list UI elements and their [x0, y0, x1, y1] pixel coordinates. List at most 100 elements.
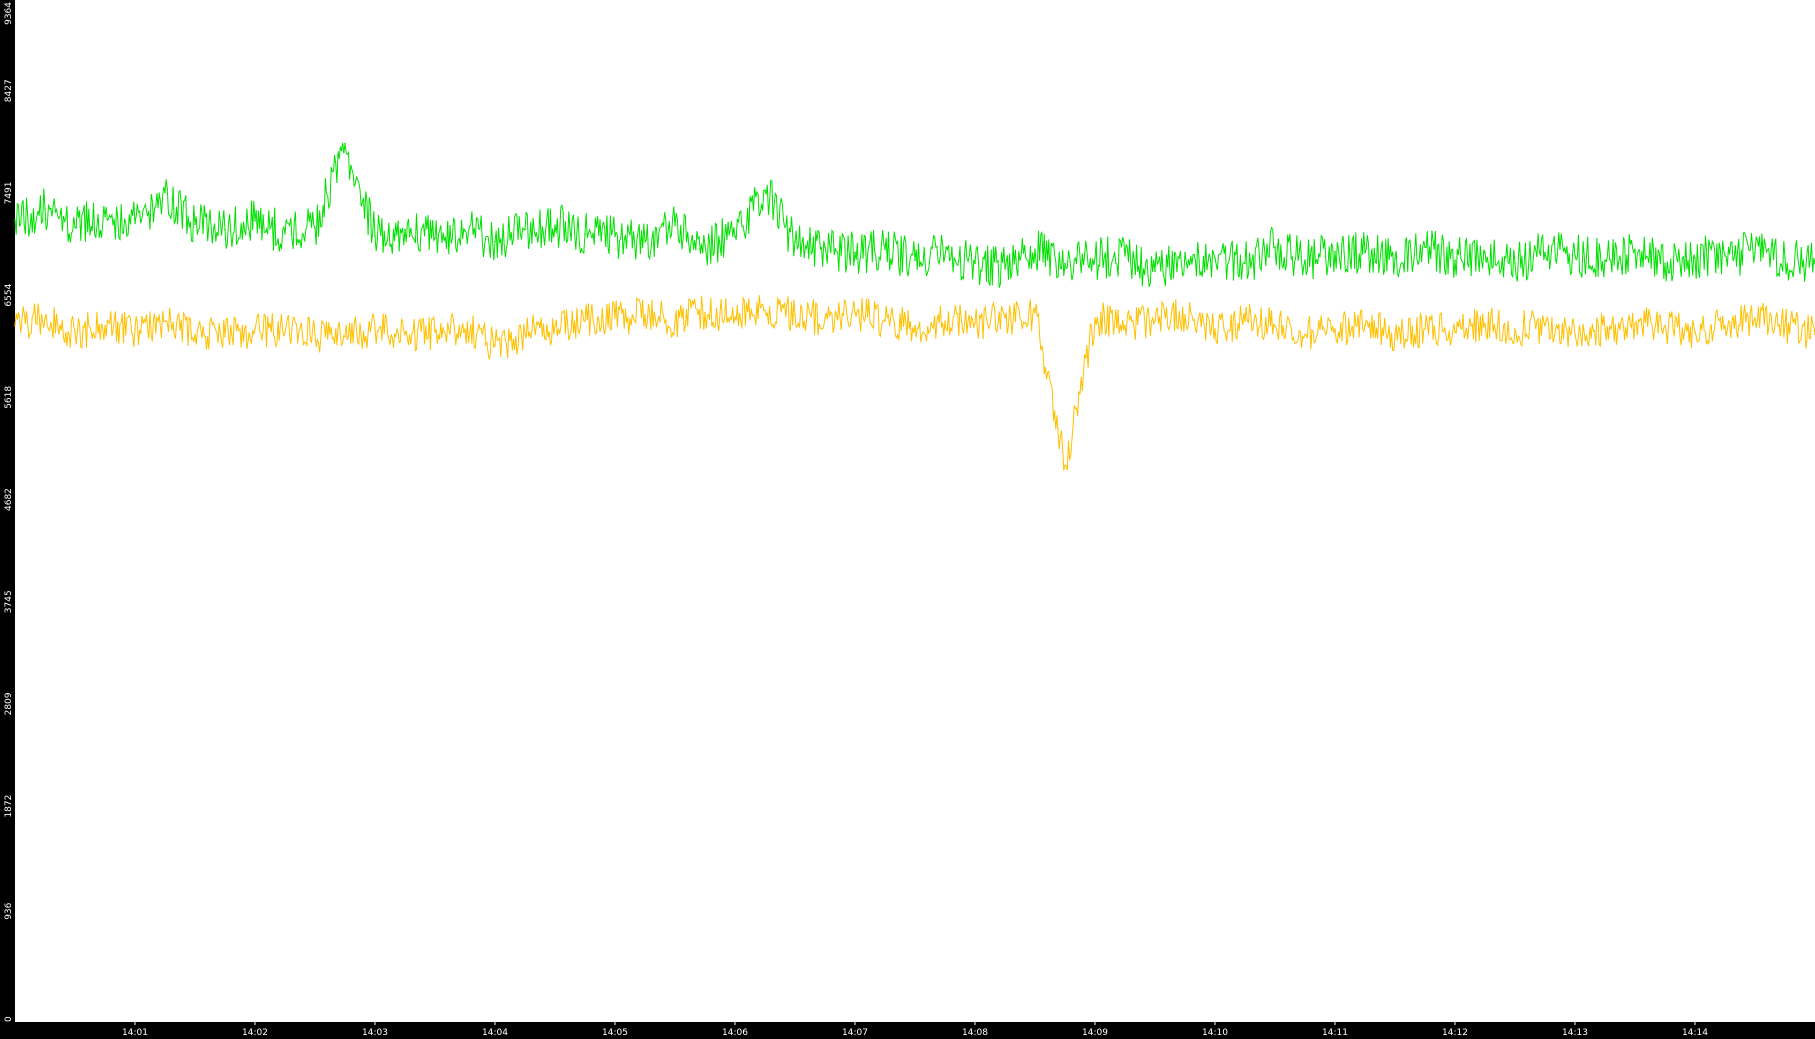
series-point: [1394, 333, 1396, 336]
x-tick-label: 14:12: [1442, 1028, 1468, 1038]
series-point: [854, 251, 856, 254]
chart-window: 0 936 1872 2809 3745 4682 5618 6554 7491 8427 9364…: [0, 0, 1815, 1039]
series-point: [1664, 324, 1666, 327]
series-point: [1334, 250, 1336, 253]
series-point: [1304, 333, 1306, 336]
series-point: [1394, 257, 1396, 259]
y-tick-label: 4682: [4, 488, 14, 511]
series-point: [494, 240, 496, 243]
series-point: [614, 235, 616, 237]
y-tick-label: 6554: [4, 283, 14, 306]
series-point: [974, 322, 976, 325]
series-point: [1154, 320, 1156, 323]
series-point: [1184, 314, 1186, 316]
series-point: [824, 317, 826, 319]
series-point: [1604, 259, 1606, 262]
series-point: [374, 235, 376, 237]
series-point: [434, 237, 436, 240]
series-point: [1424, 246, 1426, 248]
series-point: [404, 333, 406, 336]
series-point: [1214, 328, 1216, 330]
series-point: [14, 324, 16, 327]
series-point: [1634, 322, 1636, 325]
series-point: [1454, 331, 1456, 334]
series-point: [194, 333, 196, 336]
series-point: [884, 248, 886, 251]
series-point: [1034, 311, 1036, 314]
series-point: [764, 189, 766, 192]
series-point: [434, 331, 436, 334]
series-point: [614, 317, 616, 319]
series-point: [794, 314, 796, 316]
series-point: [554, 224, 556, 227]
series-point: [1304, 259, 1306, 262]
series-point: [134, 222, 136, 224]
series-point: [854, 311, 856, 314]
y-tick-label: 1872: [4, 795, 14, 818]
series-point: [314, 333, 316, 336]
series-point: [1424, 328, 1426, 330]
series-point: [1184, 251, 1186, 254]
series-point: [134, 328, 136, 330]
series-point: [1664, 262, 1666, 265]
series-point: [764, 309, 766, 312]
series-point: [44, 208, 46, 210]
series-point: [494, 344, 496, 347]
series-point: [224, 335, 226, 338]
series-point: [1724, 255, 1726, 257]
series-point: [674, 224, 676, 227]
series-point: [104, 215, 106, 218]
y-axis: 0 936 1872 2809 3745 4682 5618 6554 7491 8427 9364: [4, 2, 14, 1022]
x-axis: 14:01 14:02 14:03 14:04 14:05 14:06 14:07 14:08…: [122, 1022, 1708, 1038]
y-tick-label: 936: [4, 902, 14, 919]
series-point: [944, 255, 946, 257]
x-tick-label: 14:02: [242, 1028, 268, 1038]
x-tick-label: 14:04: [482, 1028, 508, 1038]
series-point: [1454, 259, 1456, 262]
x-tick-label: 14:01: [122, 1028, 148, 1038]
y-tick-label: 3745: [4, 590, 14, 613]
y-tick-label: 7491: [4, 181, 14, 204]
series-point: [1634, 248, 1636, 251]
series-point: [1484, 251, 1486, 254]
series-point: [254, 328, 256, 330]
y-tick-label: 5618: [4, 386, 14, 409]
x-tick-label: 14:14: [1682, 1028, 1708, 1038]
series-point: [1034, 248, 1036, 251]
series-point: [404, 228, 406, 231]
series-point: [1064, 262, 1066, 265]
series-point: [1244, 320, 1246, 323]
series-point: [1604, 328, 1606, 330]
series-point: [344, 335, 346, 338]
x-tick-label: 14:11: [1322, 1028, 1348, 1038]
series-point: [704, 244, 706, 246]
x-tick-label: 14:05: [602, 1028, 628, 1038]
series-point: [584, 233, 586, 235]
series-point: [464, 229, 466, 232]
series-point: [1094, 257, 1096, 259]
series-point: [734, 235, 736, 237]
series-point: [1724, 324, 1726, 327]
x-tick-label: 14:09: [1082, 1028, 1108, 1038]
y-tick-label: 0: [4, 1016, 14, 1022]
series-point: [1004, 317, 1006, 319]
series-point: [1364, 324, 1366, 327]
series-point: [1274, 324, 1276, 327]
series-point: [1484, 322, 1486, 325]
series-point: [794, 240, 796, 243]
series-point: [554, 324, 556, 327]
series-point: [944, 320, 946, 323]
series-point: [524, 228, 526, 231]
series-point: [1064, 464, 1066, 467]
series-point: [44, 317, 46, 319]
y-tick-label: 9364: [4, 2, 14, 25]
series-point: [1124, 324, 1126, 327]
series-point: [1784, 257, 1786, 259]
series-point: [1004, 268, 1006, 270]
series-point: [974, 262, 976, 265]
series-point: [1244, 262, 1246, 265]
series-point: [524, 333, 526, 336]
series-point: [1364, 251, 1366, 254]
series-point: [734, 316, 736, 318]
series-point: [284, 331, 286, 334]
